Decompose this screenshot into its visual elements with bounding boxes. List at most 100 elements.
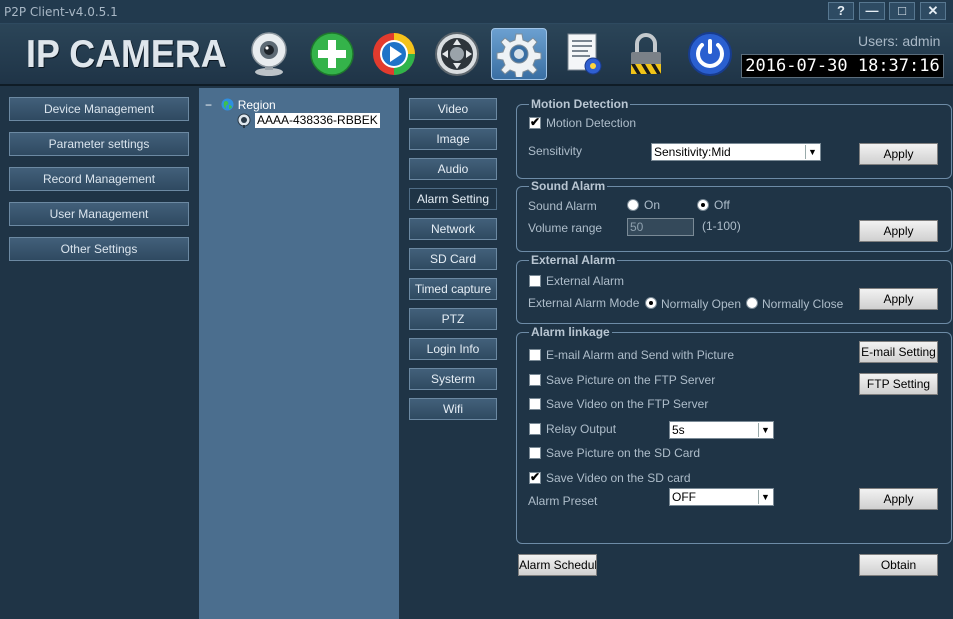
add-icon[interactable] (304, 28, 360, 80)
chevron-down-icon[interactable]: ▼ (805, 145, 819, 159)
minimize-button[interactable]: — (859, 2, 885, 20)
current-user: Users: admin (858, 33, 941, 49)
sd-video-checkbox[interactable] (529, 470, 541, 484)
menu-device-management[interactable]: Device Management (9, 97, 189, 121)
motion-apply-button[interactable]: Apply (859, 143, 938, 165)
relay-output-label: Relay Output (546, 422, 617, 436)
ptz-icon[interactable] (429, 28, 485, 80)
motion-detection-checkbox[interactable] (529, 115, 541, 129)
tab-image[interactable]: Image (409, 128, 497, 150)
alarm-schedule-button[interactable]: Alarm Schedule (518, 554, 597, 576)
ftp-picture-label: Save Picture on the FTP Server (546, 373, 716, 387)
title-bar: P2P Client-v4.0.5.1 ? — □ ✕ (0, 0, 953, 24)
help-button[interactable]: ? (828, 2, 854, 20)
sound-alarm-title: Sound Alarm (529, 179, 608, 193)
volume-hint: (1-100) (702, 219, 741, 233)
sound-alarm-group: Sound Alarm Sound Alarm On Off Volume ra… (516, 179, 952, 252)
email-setting-button[interactable]: E-mail Setting (859, 341, 938, 363)
tab-timed-capture[interactable]: Timed capture (409, 278, 497, 300)
sound-alarm-on-radio[interactable] (627, 199, 639, 211)
maximize-button[interactable]: □ (889, 2, 915, 20)
sound-alarm-off-radio[interactable] (697, 199, 709, 211)
email-alarm-label: E-mail Alarm and Send with Picture (546, 348, 735, 362)
menu-parameter-settings[interactable]: Parameter settings (9, 132, 189, 156)
window-title: P2P Client-v4.0.5.1 (4, 5, 118, 19)
volume-input[interactable]: 50 (627, 218, 694, 236)
close-button[interactable]: ✕ (920, 2, 946, 20)
tab-video[interactable]: Video (409, 98, 497, 120)
tree-root[interactable]: − Region (205, 98, 276, 112)
normally-close-label: Normally Close (762, 297, 844, 311)
alarm-linkage-group: Alarm linkage E-mail Alarm and Send with… (516, 325, 952, 544)
linkage-apply-button[interactable]: Apply (859, 488, 938, 510)
motion-detection-title: Motion Detection (529, 97, 631, 111)
webcam-icon[interactable] (241, 28, 297, 80)
tab-alarm-setting[interactable]: Alarm Setting (409, 188, 497, 210)
play-icon[interactable] (366, 28, 422, 80)
settings-icon[interactable] (491, 28, 547, 80)
ftp-setting-button[interactable]: FTP Setting (859, 373, 938, 395)
brand-logo: IP CAMERA (26, 33, 227, 76)
normally-open-label: Normally Open (661, 297, 742, 311)
external-alarm-label: External Alarm (546, 274, 625, 288)
sensitivity-select[interactable]: Sensitivity:Mid ▼ (651, 143, 821, 161)
settings-tabs: Video Image Audio Alarm Setting Network … (399, 88, 509, 619)
camera-device-icon (237, 113, 251, 128)
datetime-display: 2016-07-30 18:37:16 (741, 54, 944, 78)
motion-detection-label: Motion Detection (546, 116, 637, 130)
sd-picture-checkbox[interactable] (529, 447, 541, 459)
alarm-settings-panel: Motion Detection Motion Detection Sensit… (509, 88, 953, 619)
sd-video-label: Save Video on the SD card (546, 471, 691, 485)
sensitivity-label: Sensitivity (528, 144, 583, 158)
tree-device-item[interactable]: AAAA-438336-RBBEK (237, 113, 380, 128)
email-alarm-checkbox[interactable] (529, 349, 541, 361)
menu-record-management[interactable]: Record Management (9, 167, 189, 191)
tab-sd-card[interactable]: SD Card (409, 248, 497, 270)
external-apply-button[interactable]: Apply (859, 288, 938, 310)
alarm-preset-label: Alarm Preset (528, 494, 598, 508)
chevron-down-icon[interactable]: ▼ (758, 490, 772, 504)
tab-login-info[interactable]: Login Info (409, 338, 497, 360)
power-icon[interactable] (682, 28, 738, 80)
ftp-video-checkbox[interactable] (529, 398, 541, 410)
menu-other-settings[interactable]: Other Settings (9, 237, 189, 261)
menu-user-management[interactable]: User Management (9, 202, 189, 226)
alarm-preset-select[interactable]: OFF ▼ (669, 488, 774, 506)
sd-picture-label: Save Picture on the SD Card (546, 446, 701, 460)
ftp-video-label: Save Video on the FTP Server (546, 397, 709, 411)
tree-device-label: AAAA-438336-RBBEK (255, 113, 380, 128)
tab-ptz[interactable]: PTZ (409, 308, 497, 330)
sound-alarm-on-label: On (644, 198, 661, 212)
sensitivity-value: Sensitivity:Mid (654, 145, 731, 159)
external-alarm-checkbox[interactable] (529, 275, 541, 287)
globe-icon (221, 98, 234, 111)
relay-output-select[interactable]: 5s ▼ (669, 421, 774, 439)
normally-open-radio[interactable] (645, 297, 657, 309)
sound-alarm-off-label: Off (714, 198, 730, 212)
tab-wifi[interactable]: Wifi (409, 398, 497, 420)
normally-close-radio[interactable] (746, 297, 758, 309)
alarm-preset-value: OFF (672, 490, 696, 504)
motion-detection-group: Motion Detection Motion Detection Sensit… (516, 97, 952, 179)
relay-output-checkbox[interactable] (529, 423, 541, 435)
volume-range-label: Volume range (528, 221, 603, 235)
sound-apply-button[interactable]: Apply (859, 220, 938, 242)
obtain-button[interactable]: Obtain (859, 554, 938, 576)
external-alarm-group: External Alarm External Alarm External A… (516, 253, 952, 324)
tree-root-label: Region (237, 98, 276, 112)
chevron-down-icon[interactable]: ▼ (758, 423, 772, 437)
left-menu: Device Management Parameter settings Rec… (0, 88, 199, 619)
ftp-picture-checkbox[interactable] (529, 374, 541, 386)
tab-system[interactable]: Systerm (409, 368, 497, 390)
relay-output-value: 5s (672, 423, 685, 437)
device-tree: − Region AAAA-438336-RBBEK (199, 88, 399, 619)
tab-audio[interactable]: Audio (409, 158, 497, 180)
external-alarm-mode-label: External Alarm Mode (528, 296, 640, 310)
collapse-icon[interactable]: − (205, 98, 212, 112)
alarm-linkage-title: Alarm linkage (529, 325, 612, 339)
app-header: IP CAMERA Users: admin 2016-07-30 18:37:… (0, 24, 953, 86)
sound-alarm-label: Sound Alarm (528, 199, 597, 213)
tab-network[interactable]: Network (409, 218, 497, 240)
log-icon[interactable] (556, 28, 612, 80)
lock-icon[interactable] (618, 28, 674, 80)
